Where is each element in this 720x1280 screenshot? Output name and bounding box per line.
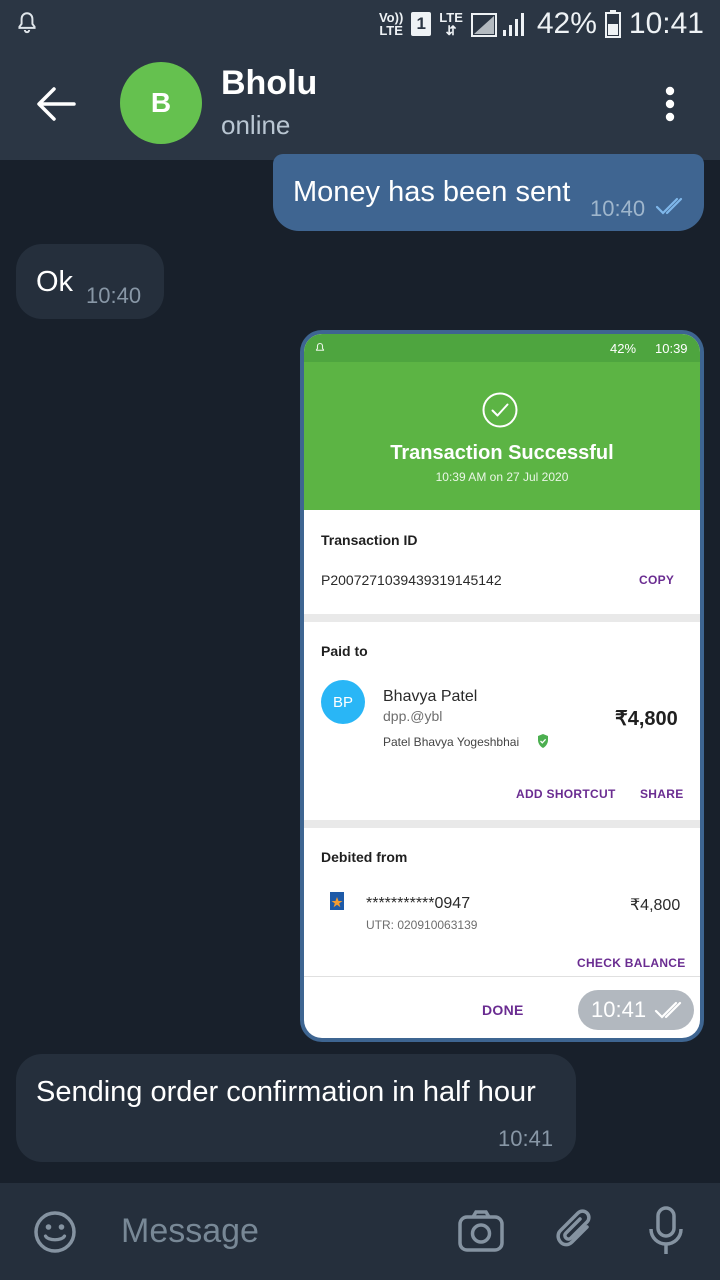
- message-text: Money has been sent: [293, 176, 571, 208]
- attach-icon[interactable]: [554, 1207, 598, 1255]
- contact-status: online: [221, 110, 291, 140]
- bell-icon: [315, 342, 325, 351]
- add-shortcut-link: ADD SHORTCUT: [516, 787, 616, 801]
- payment-screenshot: 42% 10:39 Transaction Successful 10:39 A…: [304, 334, 700, 1038]
- read-checks-icon: [654, 1001, 682, 1019]
- bank-icon: [330, 892, 344, 910]
- utr-number: UTR: 020910063139: [366, 918, 478, 932]
- contact-name[interactable]: Bholu: [221, 64, 317, 103]
- section-divider: [304, 820, 700, 828]
- more-vert-icon[interactable]: [664, 86, 676, 122]
- verified-shield-icon: [538, 734, 548, 748]
- screenshot-clock: 10:39: [655, 341, 688, 356]
- message-time: 10:41: [498, 1126, 554, 1151]
- message-time: 10:40: [86, 283, 142, 308]
- volte-indicator: Vo)) LTE: [378, 10, 404, 38]
- message-bubble-incoming[interactable]: Sending order confirmation in half hour …: [16, 1054, 576, 1162]
- txn-id-label: Transaction ID: [321, 532, 418, 548]
- read-checks-icon: [655, 197, 683, 215]
- payee-avatar: BP: [321, 680, 365, 724]
- emoji-icon[interactable]: [33, 1210, 77, 1254]
- paid-to-label: Paid to: [321, 643, 368, 659]
- payee-name: Bhavya Patel: [383, 688, 478, 705]
- message-input[interactable]: Message: [121, 1212, 259, 1251]
- account-number: ***********0947: [366, 895, 471, 912]
- lte-indicator: LTE ⇵: [439, 10, 463, 38]
- avatar[interactable]: B: [120, 62, 202, 144]
- clock: 10:41: [628, 7, 704, 40]
- copy-link: COPY: [639, 573, 675, 587]
- section-divider: [304, 614, 700, 622]
- screenshot-battery: 42%: [610, 341, 637, 356]
- payee-upi: dpp.@ybl: [383, 708, 443, 724]
- battery-icon: [604, 10, 621, 38]
- image-message[interactable]: 42% 10:39 Transaction Successful 10:39 A…: [300, 330, 704, 1042]
- status-bar: Vo)) LTE 1 LTE ⇵ 42% 10:41: [0, 0, 720, 48]
- camera-icon[interactable]: [457, 1209, 505, 1253]
- message-text: Sending order confirmation in half hour: [36, 1076, 536, 1108]
- message-bubble-outgoing[interactable]: Money has been sent 10:40: [273, 154, 704, 231]
- message-text: Ok: [36, 266, 74, 298]
- debited-amount: ₹4,800: [630, 897, 681, 914]
- check-balance-link: CHECK BALANCE: [577, 956, 686, 970]
- success-header: Transaction Successful 10:39 AM on 27 Ju…: [304, 362, 700, 510]
- payment-amount: ₹4,800: [615, 708, 678, 730]
- battery-percent: 42%: [536, 7, 597, 40]
- sim-indicator: 1: [411, 12, 432, 36]
- check-circle-icon: [482, 392, 518, 428]
- footer-divider: [304, 976, 700, 977]
- transaction-date: 10:39 AM on 27 Jul 2020: [435, 470, 569, 484]
- signal-icon: [470, 13, 524, 37]
- txn-id: P2007271039439319145142: [321, 572, 502, 588]
- done-link: DONE: [482, 1002, 524, 1018]
- message-time: 10:41: [591, 997, 647, 1022]
- bell-icon: [18, 12, 36, 34]
- mic-icon[interactable]: [648, 1205, 684, 1257]
- back-arrow-icon[interactable]: [36, 86, 76, 122]
- chat-header: B Bholu online: [0, 48, 720, 160]
- image-time-pill: 10:41: [578, 990, 694, 1030]
- transaction-title: Transaction Successful: [390, 442, 614, 464]
- debited-from-label: Debited from: [321, 849, 408, 865]
- message-time: 10:40: [590, 196, 646, 221]
- message-bubble-incoming[interactable]: Ok 10:40: [16, 244, 164, 319]
- screenshot-status-bar: 42% 10:39: [304, 334, 700, 362]
- share-link: SHARE: [640, 787, 684, 801]
- message-composer: Message: [0, 1183, 720, 1280]
- payee-verified-name: Patel Bhavya Yogeshbhai: [383, 735, 520, 749]
